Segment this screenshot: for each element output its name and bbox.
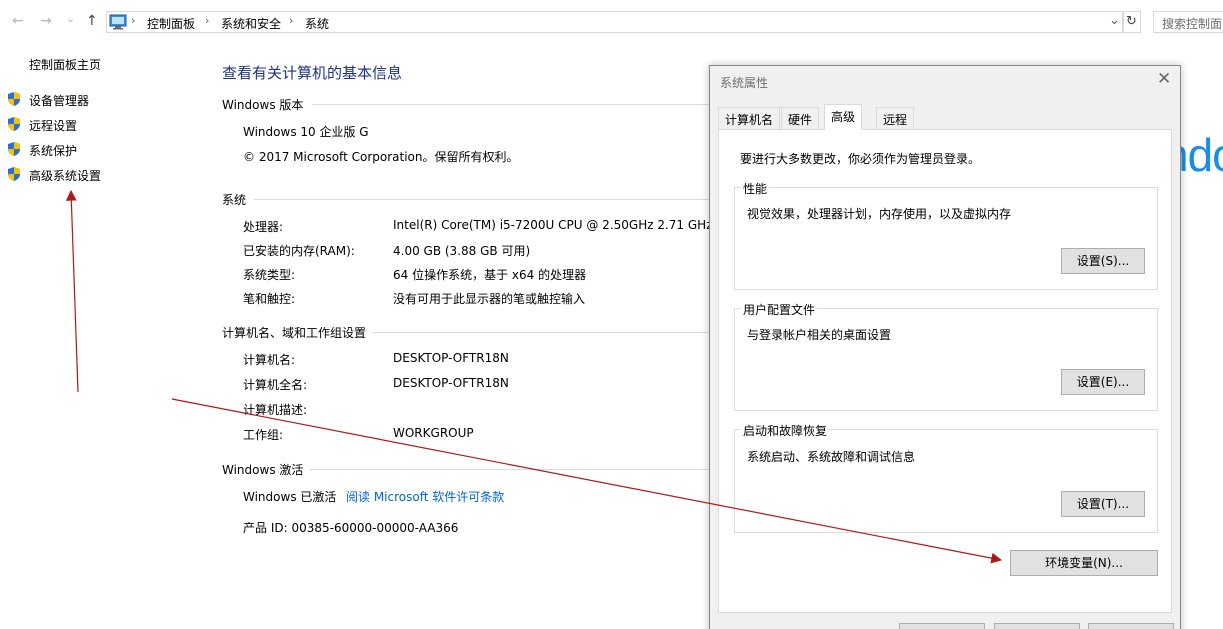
- computer-name-value: DESKTOP-OFTR18N: [393, 351, 509, 365]
- ram-value: 4.00 GB (3.88 GB 可用): [393, 244, 531, 258]
- computer-description-label: 计算机描述:: [243, 403, 308, 417]
- navigation-bar: ← → ⌄ ↑ › 控制面板 › 系统和安全 › 系统 ⌄ ↻ 搜索控制面板: [0, 0, 1223, 44]
- system-properties-dialog: 系统属性 ✕ 计算机名 硬件 高级 远程 要进行大多数更改，你必须作为管理员登录…: [709, 65, 1181, 629]
- ram-label: 已安装的内存(RAM):: [243, 244, 355, 258]
- tab-hardware[interactable]: 硬件: [781, 107, 820, 129]
- user-profiles-settings-button[interactable]: 设置(E)...: [1061, 369, 1145, 395]
- user-profiles-description: 与登录帐户相关的桌面设置: [747, 328, 892, 342]
- processor-value: Intel(R) Core(TM) i5-7200U CPU @ 2.50GHz…: [393, 218, 713, 232]
- system-window: ← → ⌄ ↑ › 控制面板 › 系统和安全 › 系统 ⌄ ↻ 搜索控制面板 控…: [0, 0, 1223, 629]
- processor-label: 处理器:: [243, 220, 284, 234]
- section-divider: [312, 104, 712, 105]
- page-title: 查看有关计算机的基本信息: [222, 64, 403, 82]
- startup-recovery-settings-button[interactable]: 设置(T)...: [1061, 491, 1145, 517]
- shield-icon: [8, 117, 20, 131]
- performance-settings-button[interactable]: 设置(S)...: [1061, 248, 1145, 274]
- section-heading-activation: Windows 激活: [222, 463, 304, 477]
- system-type-value: 64 位操作系统，基于 x64 的处理器: [393, 268, 587, 282]
- forward-arrow-icon[interactable]: →: [40, 12, 52, 30]
- workgroup-label: 工作组:: [243, 428, 284, 442]
- startup-recovery-group-title: 启动和故障恢复: [741, 422, 830, 439]
- arrow-to-advanced-settings: [65, 189, 79, 393]
- recent-locations-icon[interactable]: ⌄: [66, 10, 75, 28]
- apply-button[interactable]: [1088, 623, 1174, 629]
- activation-status: Windows 已激活: [243, 490, 337, 504]
- workgroup-value: WORKGROUP: [393, 426, 474, 440]
- windows-edition-value: Windows 10 企业版 G: [243, 125, 369, 139]
- sidebar-item-remote-settings[interactable]: 远程设置: [29, 117, 77, 134]
- sidebar-item-advanced-settings[interactable]: 高级系统设置: [29, 167, 101, 184]
- system-type-label: 系统类型:: [243, 268, 296, 282]
- user-profiles-group-title: 用户配置文件: [741, 301, 818, 318]
- tab-computer-name[interactable]: 计算机名: [718, 107, 781, 129]
- full-computer-name-label: 计算机全名:: [243, 378, 308, 392]
- environment-variables-button[interactable]: 环境变量(N)...: [1010, 550, 1158, 576]
- section-heading-system: 系统: [222, 193, 247, 207]
- user-profiles-group: 用户配置文件 与登录帐户相关的桌面设置 设置(E)...: [734, 301, 1158, 411]
- breadcrumb-separator[interactable]: ›: [205, 14, 209, 27]
- cancel-button[interactable]: [994, 623, 1080, 629]
- tab-advanced[interactable]: 高级: [824, 104, 863, 130]
- breadcrumb-separator[interactable]: ›: [289, 14, 293, 27]
- pen-touch-value: 没有可用于此显示器的笔或触控输入: [393, 292, 586, 306]
- computer-icon: [109, 14, 127, 30]
- performance-group: 性能 视觉效果，处理器计划，内存使用，以及虚拟内存 设置(S)...: [734, 180, 1158, 290]
- shield-icon: [8, 142, 20, 156]
- copyright-text: © 2017 Microsoft Corporation。保留所有权利。: [243, 150, 519, 164]
- startup-recovery-description: 系统启动、系统故障和调试信息: [747, 450, 916, 464]
- refresh-button[interactable]: ↻: [1122, 11, 1141, 33]
- up-arrow-icon[interactable]: ↑: [86, 12, 98, 30]
- performance-description: 视觉效果，处理器计划，内存使用，以及虚拟内存: [747, 207, 1012, 221]
- tab-remote[interactable]: 远程: [876, 107, 915, 129]
- shield-icon: [8, 92, 20, 106]
- sidebar-home-link[interactable]: 控制面板主页: [29, 56, 101, 73]
- ok-button[interactable]: [899, 623, 985, 629]
- close-icon[interactable]: ✕: [1157, 69, 1171, 89]
- advanced-tab-panel: 要进行大多数更改，你必须作为管理员登录。 性能 视觉效果，处理器计划，内存使用，…: [718, 129, 1172, 613]
- dialog-title: 系统属性: [720, 76, 769, 90]
- address-bar[interactable]: › 控制面板 › 系统和安全 › 系统 ⌄: [106, 11, 1124, 33]
- startup-recovery-group: 启动和故障恢复 系统启动、系统故障和调试信息 设置(T)...: [734, 422, 1158, 533]
- section-divider: [372, 332, 712, 333]
- pen-touch-label: 笔和触控:: [243, 292, 296, 306]
- breadcrumb-control-panel[interactable]: 控制面板: [147, 15, 195, 32]
- shield-icon: [8, 167, 20, 181]
- section-divider: [310, 469, 712, 470]
- sidebar-item-system-protection[interactable]: 系统保护: [29, 142, 77, 159]
- breadcrumb-system-security[interactable]: 系统和安全: [221, 15, 281, 32]
- performance-group-title: 性能: [741, 180, 770, 197]
- section-heading-computer-name: 计算机名、域和工作组设置: [222, 326, 367, 340]
- breadcrumb-system[interactable]: 系统: [305, 15, 329, 32]
- section-heading-windows-edition: Windows 版本: [222, 98, 304, 112]
- admin-note: 要进行大多数更改，你必须作为管理员登录。: [740, 152, 981, 166]
- address-dropdown-icon[interactable]: ⌄: [1109, 13, 1120, 28]
- back-arrow-icon[interactable]: ←: [12, 12, 24, 30]
- breadcrumb-separator: ›: [131, 14, 136, 27]
- section-divider: [254, 199, 712, 200]
- sidebar-item-device-manager[interactable]: 设备管理器: [29, 92, 89, 109]
- full-computer-name-value: DESKTOP-OFTR18N: [393, 376, 509, 390]
- license-terms-link[interactable]: 阅读 Microsoft 软件许可条款: [346, 488, 504, 505]
- computer-name-label: 计算机名:: [243, 353, 296, 367]
- search-input[interactable]: 搜索控制面板: [1153, 11, 1223, 33]
- product-id: 产品 ID: 00385-60000-00000-AA366: [243, 521, 459, 535]
